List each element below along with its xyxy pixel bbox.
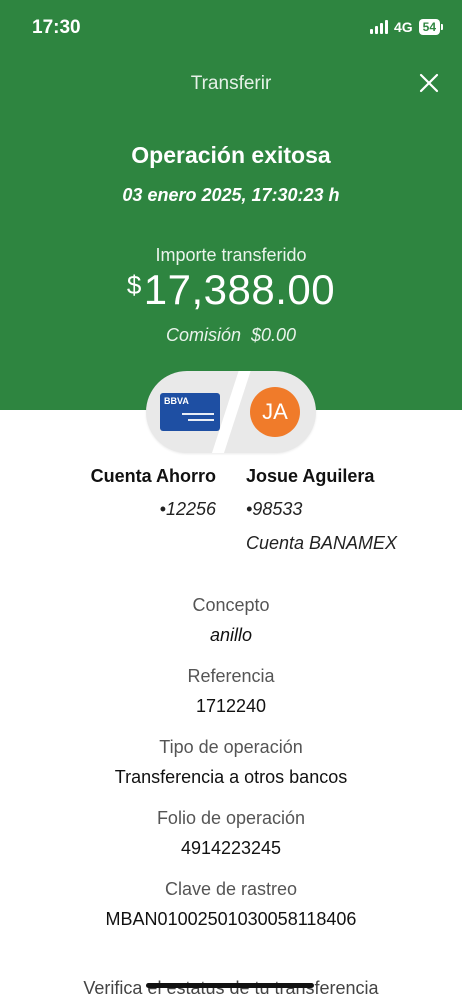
detail-value: Transferencia a otros bancos	[114, 767, 348, 787]
amount-label: Importe transferido	[155, 245, 307, 265]
recipient-avatar: JA	[250, 387, 300, 437]
network-type: 4G	[393, 19, 413, 35]
detail-concepto: Concepto anillo	[0, 594, 462, 665]
source-account-name: Cuenta Ahorro	[90, 466, 216, 486]
destination-bank: Cuenta BANAMEX	[246, 533, 398, 553]
detail-label: Folio de operación	[156, 808, 306, 828]
detail-clave-rastreo: Clave de rastreo MBAN0100250103005811840…	[0, 878, 462, 949]
destination-account-number: •98533	[246, 499, 303, 519]
success-headline: Operación exitosa	[131, 142, 331, 168]
detail-folio: Folio de operación 4914223245	[0, 807, 462, 878]
detail-value: 4914223245	[180, 838, 282, 858]
detail-label: Referencia	[187, 666, 275, 686]
amount-value: 17,388.00	[143, 266, 336, 313]
commission-text: Comisión $0.00	[165, 325, 297, 345]
source-account-number: •12256	[159, 499, 216, 519]
detail-label: Clave de rastreo	[164, 879, 298, 899]
detail-value: anillo	[209, 625, 253, 645]
detail-tipo-operacion: Tipo de operación Transferencia a otros …	[0, 736, 462, 807]
source-account: Cuenta Ahorro •12256	[91, 466, 216, 520]
detail-label: Concepto	[192, 595, 270, 615]
home-indicator	[146, 983, 314, 988]
recipient-name: Josue Aguilera	[246, 466, 375, 486]
card-brand: BBVA	[164, 396, 189, 406]
status-bar: 17:30 4G 54	[0, 0, 462, 56]
destination-account: Josue Aguilera •98533 Cuenta BANAMEX	[246, 466, 397, 554]
battery-icon: 54	[418, 19, 444, 35]
detail-value: MBAN01002501030058118406	[105, 909, 357, 929]
detail-referencia: Referencia 1712240	[0, 665, 462, 736]
verify-status-link[interactable]: Verifica el estatus de tu transferencia	[0, 978, 462, 999]
transfer-direction-pill: BBVA JA	[146, 371, 316, 453]
close-icon[interactable]	[418, 72, 440, 94]
bank-card-icon: BBVA	[160, 393, 220, 431]
currency-symbol: $	[126, 270, 142, 300]
operation-datetime: 03 enero 2025, 17:30:23 h	[122, 185, 340, 205]
status-time: 17:30	[32, 17, 81, 38]
screen-title: Transferir	[190, 73, 272, 94]
operation-details: Concepto anillo Referencia 1712240 Tipo …	[0, 594, 462, 949]
transfer-amount: $17,388.00	[0, 266, 462, 314]
detail-label: Tipo de operación	[159, 737, 303, 757]
detail-value: 1712240	[195, 696, 267, 716]
status-indicators: 4G 54	[369, 19, 444, 35]
signal-icon	[369, 20, 388, 34]
